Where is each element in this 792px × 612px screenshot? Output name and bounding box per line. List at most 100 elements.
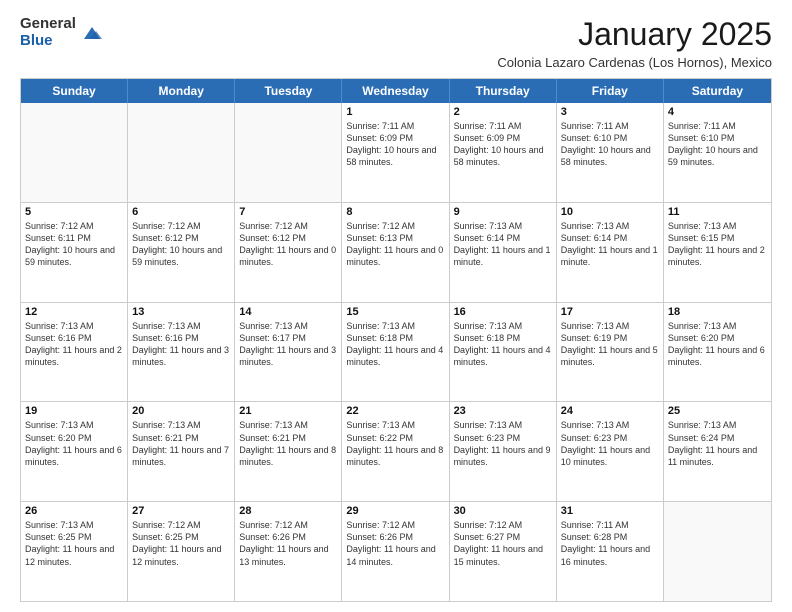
day-info: Sunrise: 7:12 AM Sunset: 6:26 PM Dayligh… xyxy=(239,519,337,568)
day-number: 30 xyxy=(454,505,552,517)
logo-icon xyxy=(80,21,104,45)
empty-cell-0-1 xyxy=(128,103,235,202)
day-info: Sunrise: 7:13 AM Sunset: 6:21 PM Dayligh… xyxy=(132,419,230,468)
day-number: 13 xyxy=(132,306,230,318)
day-cell-23: 23 Sunrise: 7:13 AM Sunset: 6:23 PM Dayli… xyxy=(450,402,557,501)
day-cell-12: 12Sunrise: 7:13 AM Sunset: 6:16 PM Dayli… xyxy=(21,303,128,402)
day-info: Sunrise: 7:13 AM Sunset: 6:25 PM Dayligh… xyxy=(25,519,123,568)
day-number: 29 xyxy=(346,505,444,517)
day-cell-8: 8 Sunrise: 7:12 AM Sunset: 6:13 PM Daylig… xyxy=(342,203,449,302)
subtitle: Colonia Lazaro Cardenas (Los Hornos), Me… xyxy=(497,55,772,70)
calendar-row-1: 5 Sunrise: 7:12 AM Sunset: 6:11 PM Daylig… xyxy=(21,202,771,302)
day-cell-13: 13Sunrise: 7:13 AM Sunset: 6:16 PM Dayli… xyxy=(128,303,235,402)
day-cell-27: 27Sunrise: 7:12 AM Sunset: 6:25 PM Dayli… xyxy=(128,502,235,601)
day-info: Sunrise: 7:13 AM Sunset: 6:14 PM Dayligh… xyxy=(561,220,659,269)
day-info: Sunrise: 7:13 AM Sunset: 6:20 PM Dayligh… xyxy=(668,320,767,369)
day-number: 2 xyxy=(454,106,552,118)
day-info: Sunrise: 7:13 AM Sunset: 6:18 PM Dayligh… xyxy=(454,320,552,369)
day-number: 14 xyxy=(239,306,337,318)
day-number: 10 xyxy=(561,206,659,218)
day-info: Sunrise: 7:13 AM Sunset: 6:23 PM Dayligh… xyxy=(561,419,659,468)
day-info: Sunrise: 7:11 AM Sunset: 6:28 PM Dayligh… xyxy=(561,519,659,568)
day-number: 26 xyxy=(25,505,123,517)
day-of-week-sunday: Sunday xyxy=(21,79,128,103)
day-number: 9 xyxy=(454,206,552,218)
calendar-row-2: 12Sunrise: 7:13 AM Sunset: 6:16 PM Dayli… xyxy=(21,302,771,402)
day-number: 1 xyxy=(346,106,444,118)
day-info: Sunrise: 7:13 AM Sunset: 6:14 PM Dayligh… xyxy=(454,220,552,269)
day-info: Sunrise: 7:12 AM Sunset: 6:25 PM Dayligh… xyxy=(132,519,230,568)
day-cell-26: 26 Sunrise: 7:13 AM Sunset: 6:25 PM Dayli… xyxy=(21,502,128,601)
day-info: Sunrise: 7:12 AM Sunset: 6:26 PM Dayligh… xyxy=(346,519,444,568)
day-cell-7: 7Sunrise: 7:12 AM Sunset: 6:12 PM Daylig… xyxy=(235,203,342,302)
day-info: Sunrise: 7:12 AM Sunset: 6:11 PM Dayligh… xyxy=(25,220,123,269)
day-cell-30: 30 Sunrise: 7:12 AM Sunset: 6:27 PM Dayli… xyxy=(450,502,557,601)
day-info: Sunrise: 7:11 AM Sunset: 6:10 PM Dayligh… xyxy=(561,120,659,169)
day-info: Sunrise: 7:13 AM Sunset: 6:15 PM Dayligh… xyxy=(668,220,767,269)
day-info: Sunrise: 7:12 AM Sunset: 6:27 PM Dayligh… xyxy=(454,519,552,568)
empty-cell-4-6 xyxy=(664,502,771,601)
month-title: January 2025 xyxy=(497,16,772,53)
header: General Blue January 2025 Colonia Lazaro… xyxy=(20,16,772,70)
day-cell-28: 28Sunrise: 7:12 AM Sunset: 6:26 PM Dayli… xyxy=(235,502,342,601)
logo: General Blue xyxy=(20,16,104,49)
day-info: Sunrise: 7:12 AM Sunset: 6:12 PM Dayligh… xyxy=(132,220,230,269)
day-info: Sunrise: 7:13 AM Sunset: 6:20 PM Dayligh… xyxy=(25,419,123,468)
day-number: 22 xyxy=(346,405,444,417)
day-info: Sunrise: 7:13 AM Sunset: 6:19 PM Dayligh… xyxy=(561,320,659,369)
day-number: 23 xyxy=(454,405,552,417)
day-number: 19 xyxy=(25,405,123,417)
day-number: 11 xyxy=(668,206,767,218)
day-info: Sunrise: 7:13 AM Sunset: 6:23 PM Dayligh… xyxy=(454,419,552,468)
day-cell-22: 22Sunrise: 7:13 AM Sunset: 6:22 PM Dayli… xyxy=(342,402,449,501)
day-cell-31: 31 Sunrise: 7:11 AM Sunset: 6:28 PM Dayli… xyxy=(557,502,664,601)
day-cell-10: 10 Sunrise: 7:13 AM Sunset: 6:14 PM Dayli… xyxy=(557,203,664,302)
day-cell-14: 14 Sunrise: 7:13 AM Sunset: 6:17 PM Dayli… xyxy=(235,303,342,402)
title-block: January 2025 Colonia Lazaro Cardenas (Lo… xyxy=(497,16,772,70)
day-number: 31 xyxy=(561,505,659,517)
day-number: 24 xyxy=(561,405,659,417)
day-info: Sunrise: 7:13 AM Sunset: 6:17 PM Dayligh… xyxy=(239,320,337,369)
day-info: Sunrise: 7:11 AM Sunset: 6:10 PM Dayligh… xyxy=(668,120,767,169)
day-number: 25 xyxy=(668,405,767,417)
day-cell-11: 11 Sunrise: 7:13 AM Sunset: 6:15 PM Dayli… xyxy=(664,203,771,302)
day-number: 5 xyxy=(25,206,123,218)
day-cell-21: 21 Sunrise: 7:13 AM Sunset: 6:21 PM Dayli… xyxy=(235,402,342,501)
day-cell-5: 5 Sunrise: 7:12 AM Sunset: 6:11 PM Daylig… xyxy=(21,203,128,302)
day-cell-1: 1 Sunrise: 7:11 AM Sunset: 6:09 PM Daylig… xyxy=(342,103,449,202)
day-cell-6: 6Sunrise: 7:12 AM Sunset: 6:12 PM Daylig… xyxy=(128,203,235,302)
day-cell-24: 24 Sunrise: 7:13 AM Sunset: 6:23 PM Dayli… xyxy=(557,402,664,501)
day-number: 17 xyxy=(561,306,659,318)
day-info: Sunrise: 7:12 AM Sunset: 6:12 PM Dayligh… xyxy=(239,220,337,269)
day-info: Sunrise: 7:13 AM Sunset: 6:24 PM Dayligh… xyxy=(668,419,767,468)
day-cell-3: 3 Sunrise: 7:11 AM Sunset: 6:10 PM Daylig… xyxy=(557,103,664,202)
day-cell-16: 16 Sunrise: 7:13 AM Sunset: 6:18 PM Dayli… xyxy=(450,303,557,402)
day-of-week-tuesday: Tuesday xyxy=(235,79,342,103)
day-of-week-thursday: Thursday xyxy=(450,79,557,103)
day-info: Sunrise: 7:12 AM Sunset: 6:13 PM Dayligh… xyxy=(346,220,444,269)
day-info: Sunrise: 7:11 AM Sunset: 6:09 PM Dayligh… xyxy=(346,120,444,169)
calendar: SundayMondayTuesdayWednesdayThursdayFrid… xyxy=(20,78,772,602)
day-number: 20 xyxy=(132,405,230,417)
day-of-week-monday: Monday xyxy=(128,79,235,103)
day-number: 16 xyxy=(454,306,552,318)
calendar-row-3: 19 Sunrise: 7:13 AM Sunset: 6:20 PM Dayli… xyxy=(21,401,771,501)
day-cell-17: 17 Sunrise: 7:13 AM Sunset: 6:19 PM Dayli… xyxy=(557,303,664,402)
empty-cell-0-0 xyxy=(21,103,128,202)
logo-general: General xyxy=(20,15,76,32)
day-number: 3 xyxy=(561,106,659,118)
day-number: 18 xyxy=(668,306,767,318)
day-info: Sunrise: 7:13 AM Sunset: 6:16 PM Dayligh… xyxy=(25,320,123,369)
day-number: 8 xyxy=(346,206,444,218)
calendar-header: SundayMondayTuesdayWednesdayThursdayFrid… xyxy=(21,79,771,103)
day-of-week-friday: Friday xyxy=(557,79,664,103)
calendar-body: 1 Sunrise: 7:11 AM Sunset: 6:09 PM Daylig… xyxy=(21,103,771,601)
day-info: Sunrise: 7:13 AM Sunset: 6:21 PM Dayligh… xyxy=(239,419,337,468)
day-of-week-wednesday: Wednesday xyxy=(342,79,449,103)
day-cell-18: 18 Sunrise: 7:13 AM Sunset: 6:20 PM Dayli… xyxy=(664,303,771,402)
day-cell-25: 25 Sunrise: 7:13 AM Sunset: 6:24 PM Dayli… xyxy=(664,402,771,501)
day-cell-29: 29 Sunrise: 7:12 AM Sunset: 6:26 PM Dayli… xyxy=(342,502,449,601)
day-number: 21 xyxy=(239,405,337,417)
day-cell-15: 15Sunrise: 7:13 AM Sunset: 6:18 PM Dayli… xyxy=(342,303,449,402)
day-info: Sunrise: 7:11 AM Sunset: 6:09 PM Dayligh… xyxy=(454,120,552,169)
